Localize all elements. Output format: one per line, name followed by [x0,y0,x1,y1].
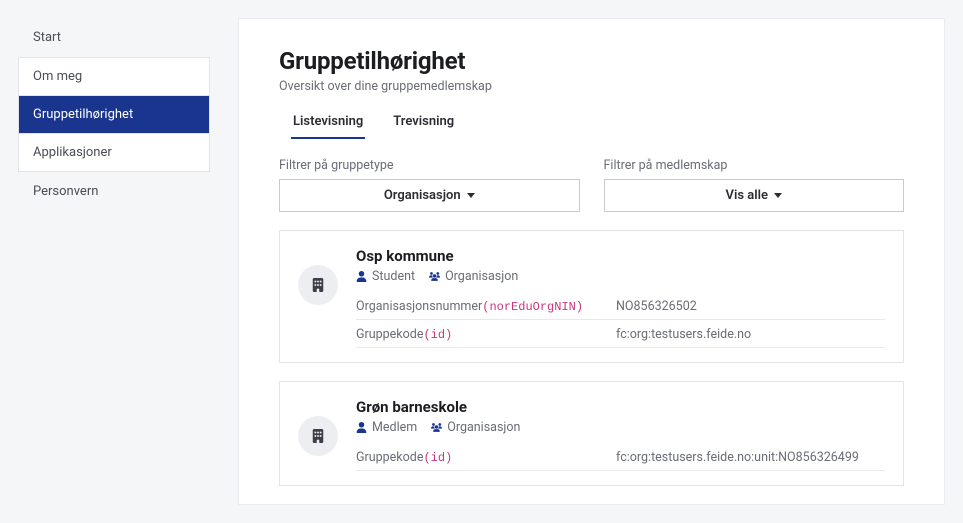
view-tabs: Listevisning Trevisning [279,108,904,140]
filter-membership-label: Filtrer på medlemskap [604,158,905,173]
group-attribute-row: Organisasjonsnummer(norEduOrgNIN) NO8563… [356,292,885,320]
chevron-down-icon [467,193,475,198]
group-title: Grøn barneskole [356,398,885,416]
group-card: Grøn barneskole Medlem Organisasjon Grup… [279,381,904,486]
page-title: Gruppetilhørighet [279,47,904,75]
filter-grouptype-value: Organisasjon [384,188,461,203]
user-icon [356,271,367,282]
sidebar-item-personvern[interactable]: Personvern [18,172,210,211]
group-role: Student [356,269,415,284]
group-type: Organisasjon [429,269,518,284]
page-subtitle: Oversikt over dine gruppemedlemskap [279,79,904,94]
group-role: Medlem [356,420,417,435]
group-attribute-row: Gruppekode(id) fc:org:testusers.feide.no… [356,443,885,471]
main-content: Gruppetilhørighet Oversikt over dine gru… [238,18,945,505]
sidebar-item-applikasjoner[interactable]: Applikasjoner [18,134,210,172]
tab-tree-view[interactable]: Trevisning [391,108,456,139]
group-attribute-row: Gruppekode(id) fc:org:testusers.feide.no [356,320,885,348]
user-icon [356,422,367,433]
filter-grouptype-label: Filtrer på gruppetype [279,158,580,173]
filter-grouptype: Filtrer på gruppetype Organisasjon [279,158,580,212]
group-title: Osp kommune [356,247,885,265]
building-icon [298,416,338,456]
users-icon [429,271,440,282]
users-icon [431,422,442,433]
filter-membership: Filtrer på medlemskap Vis alle [604,158,905,212]
group-type: Organisasjon [431,420,520,435]
tab-list-view[interactable]: Listevisning [291,108,365,139]
filter-membership-value: Vis alle [726,188,768,203]
sidebar: Start Om meg Gruppetilhørighet Applikasj… [0,0,210,523]
building-icon [298,265,338,305]
filter-grouptype-dropdown[interactable]: Organisasjon [279,179,580,212]
sidebar-item-gruppetilhorighet[interactable]: Gruppetilhørighet [18,96,210,134]
chevron-down-icon [774,193,782,198]
filters: Filtrer på gruppetype Organisasjon Filtr… [279,158,904,212]
filter-membership-dropdown[interactable]: Vis alle [604,179,905,212]
group-card: Osp kommune Student Organisasjon Organis… [279,230,904,363]
sidebar-item-start[interactable]: Start [18,18,210,57]
sidebar-item-om-meg[interactable]: Om meg [18,57,210,96]
